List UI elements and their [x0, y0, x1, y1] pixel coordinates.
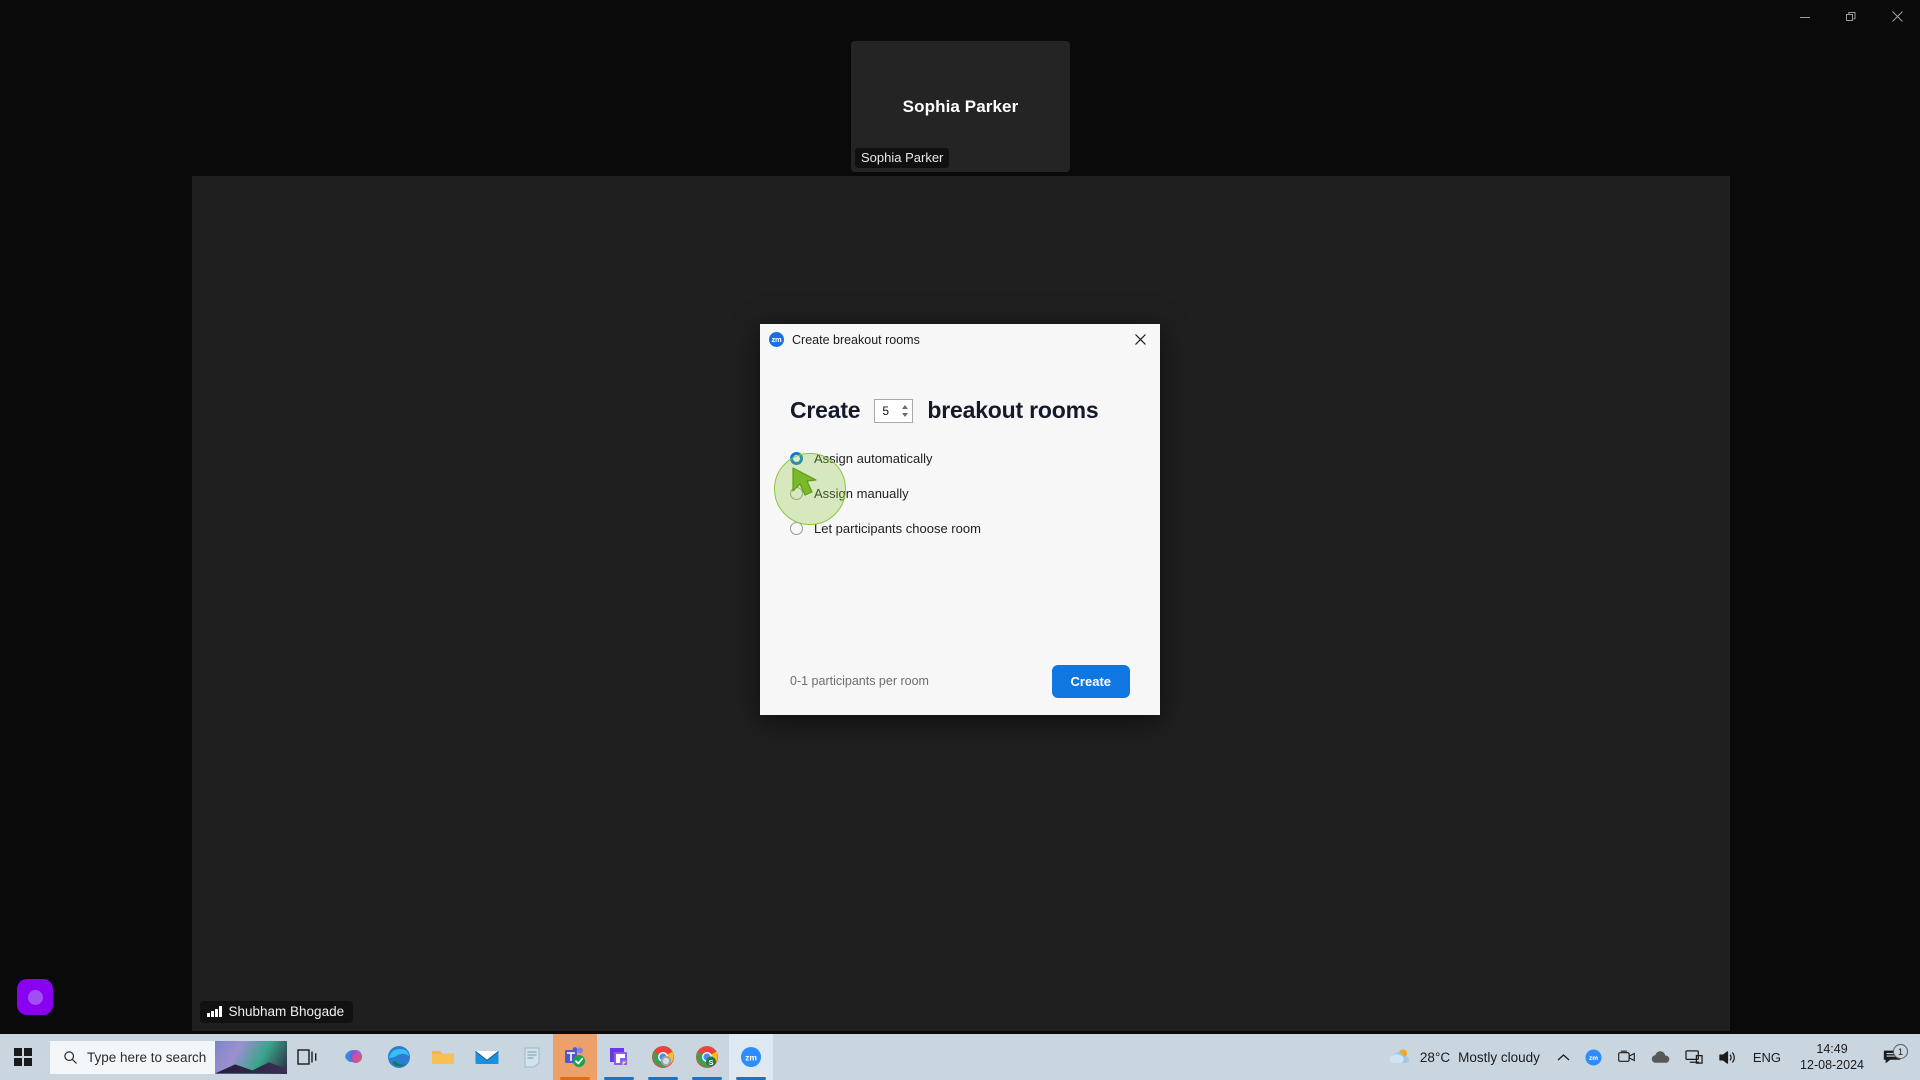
taskbar-item-zoom[interactable]: zm	[729, 1034, 773, 1080]
windows-taskbar: Type here to search S zm 28°C Mostly clo…	[0, 1034, 1920, 1080]
radio-icon-assign-automatically[interactable]	[790, 452, 803, 465]
camera-icon	[1618, 1050, 1635, 1062]
close-button[interactable]	[1874, 0, 1920, 33]
participant-video-tile[interactable]: Sophia Parker Sophia Parker	[851, 41, 1070, 172]
create-rooms-heading: Create 5 breakout rooms	[790, 397, 1130, 424]
tray-network-icon[interactable]	[1678, 1034, 1711, 1080]
network-icon	[1685, 1049, 1703, 1064]
self-view-thumbnail[interactable]	[17, 979, 53, 1015]
zoom-meeting-window: Sophia Parker Sophia Parker Shubham Bhog…	[0, 0, 1920, 1080]
rooms-count-stepper[interactable]: 5	[874, 398, 914, 423]
task-view-icon[interactable]	[287, 1034, 329, 1080]
signal-strength-icon	[207, 1006, 222, 1017]
notification-count-badge: 1	[1893, 1044, 1908, 1059]
option-assign-manually[interactable]: Assign manually	[790, 486, 1130, 501]
language-indicator[interactable]: ENG	[1744, 1050, 1790, 1065]
mail-icon	[475, 1051, 499, 1064]
participants-per-room-note: 0-1 participants per room	[790, 674, 929, 688]
system-tray: 28°C Mostly cloudy zm ENG 14:49 12-08-20…	[1376, 1034, 1920, 1080]
taskbar-item-notepad[interactable]	[509, 1034, 553, 1080]
zoom-icon: zm	[741, 1047, 761, 1067]
chevron-up-icon	[1557, 1053, 1570, 1060]
taskbar-item-file-explorer[interactable]	[421, 1034, 465, 1080]
dialog-title: Create breakout rooms	[792, 332, 920, 347]
avatar	[27, 989, 43, 1005]
taskbar-pinned-apps: S zm	[333, 1034, 773, 1080]
file-explorer-icon	[432, 1051, 454, 1064]
dialog-footer: 0-1 participants per room Create	[760, 647, 1160, 715]
notification-center-button[interactable]: 1	[1874, 1044, 1914, 1066]
taskbar-item-google-chrome[interactable]	[641, 1034, 685, 1080]
assignment-options: Assign automatically Assign manually Let…	[790, 451, 1130, 536]
presentation-app-icon	[610, 1048, 627, 1066]
microsoft-teams-icon	[565, 1047, 585, 1067]
search-icon	[64, 1050, 77, 1064]
show-hidden-icons-button[interactable]	[1550, 1034, 1577, 1080]
weather-description: Mostly cloudy	[1458, 1049, 1540, 1065]
tray-zoom-icon[interactable]: zm	[1577, 1034, 1610, 1080]
dialog-body: Create 5 breakout rooms Assign automatic…	[760, 355, 1160, 647]
google-chrome-icon: S	[696, 1046, 718, 1068]
close-icon[interactable]	[1120, 324, 1160, 355]
taskbar-item-microsoft-teams[interactable]	[553, 1034, 597, 1080]
tray-onedrive-icon[interactable]	[1643, 1034, 1678, 1080]
taskbar-item-google-chrome-secondary[interactable]: S	[685, 1034, 729, 1080]
clock[interactable]: 14:49 12-08-2024	[1790, 1041, 1874, 1074]
search-placeholder: Type here to search	[87, 1049, 207, 1065]
option-label: Assign manually	[814, 486, 909, 501]
stepper-down-icon[interactable]	[902, 412, 909, 417]
option-assign-automatically[interactable]: Assign automatically	[790, 451, 1130, 466]
zoom-icon: zm	[1585, 1048, 1602, 1066]
radio-icon-assign-manually[interactable]	[790, 487, 803, 500]
window-controls	[1782, 0, 1920, 33]
volume-icon	[1719, 1050, 1735, 1064]
taskbar-item-copilot[interactable]	[333, 1034, 377, 1080]
weather-icon	[1389, 1049, 1409, 1063]
tray-volume-icon[interactable]	[1711, 1034, 1744, 1080]
cloud-icon	[1651, 1051, 1670, 1063]
option-let-participants-choose-room[interactable]: Let participants choose room	[790, 521, 1130, 536]
create-breakout-rooms-dialog: zm Create breakout rooms Create 5 breako	[760, 324, 1160, 715]
taskbar-item-microsoft-edge[interactable]	[377, 1034, 421, 1080]
microsoft-edge-icon	[388, 1046, 410, 1068]
svg-text:zm: zm	[1589, 1055, 1598, 1062]
weather-temperature: 28°C	[1419, 1049, 1451, 1065]
google-chrome-icon	[652, 1046, 674, 1068]
dialog-titlebar[interactable]: zm Create breakout rooms	[760, 324, 1160, 355]
svg-text:S: S	[708, 1058, 713, 1067]
search-decoration-image	[215, 1040, 287, 1074]
rooms-count-value: 5	[882, 403, 890, 418]
clock-time: 14:49	[1816, 1041, 1848, 1056]
weather-widget[interactable]: 28°C Mostly cloudy	[1376, 1047, 1550, 1067]
tray-camera-icon[interactable]	[1610, 1034, 1643, 1080]
windows-start-icon[interactable]	[0, 1034, 46, 1080]
create-button[interactable]: Create	[1051, 664, 1130, 698]
status-badge: Shubham Bhogade	[200, 1001, 354, 1023]
status-badge-label: Shubham Bhogade	[228, 1004, 345, 1019]
heading-prefix: Create	[790, 397, 861, 423]
svg-text:zm: zm	[745, 1052, 757, 1062]
option-label: Let participants choose room	[814, 521, 981, 536]
participant-name-badge: Sophia Parker	[855, 148, 950, 168]
restore-button[interactable]	[1828, 0, 1874, 33]
minimize-button[interactable]	[1782, 0, 1828, 33]
copilot-icon	[345, 1049, 363, 1064]
heading-suffix: breakout rooms	[927, 397, 1099, 423]
search-input[interactable]: Type here to search	[50, 1040, 287, 1074]
stepper-up-icon[interactable]	[902, 404, 909, 409]
clock-date: 12-08-2024	[1800, 1058, 1864, 1072]
stepper-arrows[interactable]	[900, 400, 910, 422]
zoom-icon: zm	[769, 332, 784, 347]
taskbar-item-mail[interactable]	[465, 1034, 509, 1080]
option-label: Assign automatically	[814, 451, 933, 466]
notepad-icon	[524, 1047, 540, 1068]
taskbar-item-powerpoint-like-app[interactable]	[597, 1034, 641, 1080]
radio-icon-let-participants-choose-room[interactable]	[790, 522, 803, 535]
